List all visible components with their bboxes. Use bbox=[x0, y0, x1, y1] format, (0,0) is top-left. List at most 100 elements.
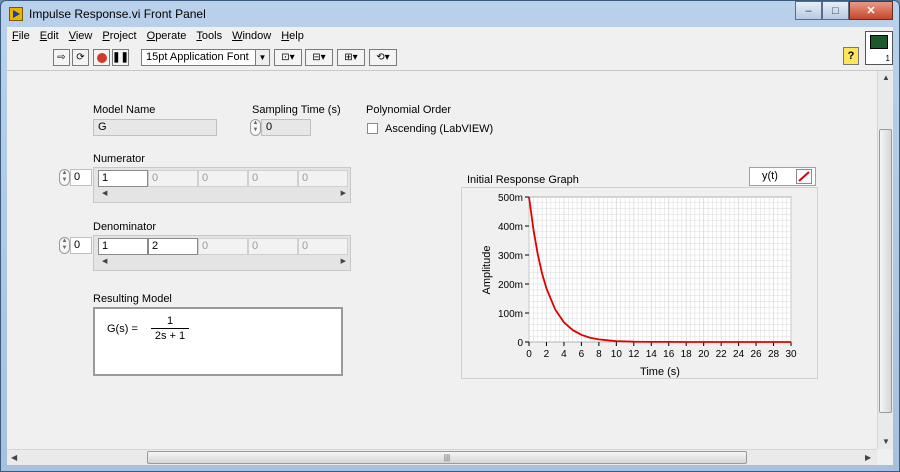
denominator-element[interactable]: 0 bbox=[298, 238, 348, 255]
toolbar: ⇨ ⟳ ❚❚ 15pt Application Font ▼ ⊡▾ ⊟▾ ⊞▾ ⟲… bbox=[7, 45, 893, 71]
denominator-array: 1 2 0 0 0 ◀ ▶ bbox=[93, 235, 351, 271]
denominator-element[interactable]: 1 bbox=[98, 238, 148, 255]
legend-line-swatch[interactable] bbox=[796, 169, 812, 184]
scroll-down-icon[interactable]: ▼ bbox=[882, 437, 890, 446]
graph-title: Initial Response Graph bbox=[467, 174, 579, 186]
vi-connector-icon[interactable]: 1 bbox=[865, 31, 893, 65]
menu-tools[interactable]: Tools bbox=[191, 30, 227, 42]
y-tick-label: 300m bbox=[498, 251, 523, 262]
x-tick-label: 4 bbox=[561, 349, 567, 360]
resize-objects-icon[interactable]: ⊞▾ bbox=[337, 49, 365, 66]
run-continuously-icon[interactable]: ⟳ bbox=[72, 49, 89, 66]
x-tick-label: 22 bbox=[716, 349, 728, 360]
y-tick-label: 100m bbox=[498, 309, 523, 320]
resulting-model-display: G(s) = 1 2s + 1 bbox=[93, 307, 343, 376]
numerator-element[interactable]: 0 bbox=[248, 170, 298, 187]
x-tick-label: 14 bbox=[646, 349, 658, 360]
front-panel: Model Name G Sampling Time (s) ▲ ▼ 0 Poly… bbox=[7, 71, 877, 449]
scroll-right-icon[interactable]: ▶ bbox=[865, 453, 871, 462]
numerator-index[interactable]: 0 bbox=[70, 169, 92, 186]
vertical-scroll-thumb[interactable] bbox=[879, 129, 892, 413]
denominator-label: Denominator bbox=[93, 221, 156, 233]
distribute-objects-icon[interactable]: ⊟▾ bbox=[305, 49, 333, 66]
y-tick-label: 400m bbox=[498, 222, 523, 233]
resulting-model-label: Resulting Model bbox=[93, 293, 172, 305]
numerator-label: Numerator bbox=[93, 153, 145, 165]
x-tick-label: 12 bbox=[628, 349, 640, 360]
menu-file[interactable]: File bbox=[7, 30, 35, 42]
run-arrow-icon[interactable]: ⇨ bbox=[53, 49, 70, 66]
x-tick-label: 24 bbox=[733, 349, 745, 360]
close-button[interactable]: ✕ bbox=[849, 1, 893, 20]
sampling-time-label: Sampling Time (s) bbox=[252, 104, 341, 116]
numerator-index-stepper[interactable]: ▲ ▼ bbox=[59, 169, 70, 186]
x-tick-label: 10 bbox=[611, 349, 623, 360]
menu-edit[interactable]: Edit bbox=[35, 30, 64, 42]
menu-window[interactable]: Window bbox=[227, 30, 276, 42]
labview-front-panel-window: Impulse Response.vi Front Panel – □ ✕ Fi… bbox=[0, 0, 900, 472]
font-select[interactable]: 15pt Application Font ▼ bbox=[141, 49, 270, 66]
legend-series-label: y(t) bbox=[762, 170, 778, 182]
menu-bar: File Edit View Project Operate Tools Win… bbox=[7, 27, 893, 45]
x-tick-label: 30 bbox=[785, 349, 797, 360]
chevron-down-icon: ▼ bbox=[255, 50, 269, 65]
numerator-array: 1 0 0 0 0 ◀ ▶ bbox=[93, 167, 351, 203]
plot-legend[interactable]: y(t) bbox=[749, 167, 816, 186]
denominator-element[interactable]: 0 bbox=[248, 238, 298, 255]
model-denominator: 2s + 1 bbox=[154, 330, 186, 342]
numerator-element[interactable]: 0 bbox=[298, 170, 348, 187]
model-lhs: G(s) = bbox=[107, 323, 138, 335]
labview-vi-icon bbox=[9, 7, 23, 21]
y-tick-label: 200m bbox=[498, 280, 523, 291]
abort-execution-icon[interactable] bbox=[93, 49, 110, 66]
numerator-element[interactable]: 0 bbox=[148, 170, 198, 187]
model-name-label: Model Name bbox=[93, 104, 156, 116]
denominator-element[interactable]: 0 bbox=[198, 238, 248, 255]
x-tick-label: 6 bbox=[579, 349, 585, 360]
menu-help[interactable]: Help bbox=[276, 30, 309, 42]
x-tick-label: 16 bbox=[663, 349, 675, 360]
ascending-label: Ascending (LabVIEW) bbox=[385, 123, 494, 135]
fraction-bar bbox=[151, 328, 189, 329]
y-axis-label: Amplitude bbox=[481, 246, 493, 295]
numerator-element[interactable]: 0 bbox=[198, 170, 248, 187]
reorder-icon[interactable]: ⟲▾ bbox=[369, 49, 397, 66]
initial-response-graph[interactable]: 0 100m 200m 300m 400m 500m 0 2 4 6 8 10 12 14 16 18 20 2… bbox=[461, 187, 818, 379]
x-tick-label: 8 bbox=[596, 349, 602, 360]
sampling-time-field[interactable]: 0 bbox=[261, 119, 311, 136]
chart-svg: 0 100m 200m 300m 400m 500m 0 2 4 6 8 10 12 14 16 18 20 2… bbox=[481, 193, 797, 378]
denominator-index[interactable]: 0 bbox=[70, 237, 92, 254]
maximize-button[interactable]: □ bbox=[822, 1, 849, 20]
scroll-corner bbox=[877, 449, 893, 465]
numerator-scrollbar[interactable]: ◀ ▶ bbox=[96, 189, 348, 201]
sampling-time-stepper[interactable]: ▲ ▼ bbox=[250, 119, 261, 136]
x-tick-label: 26 bbox=[751, 349, 763, 360]
numerator-element[interactable]: 1 bbox=[98, 170, 148, 187]
menu-project[interactable]: Project bbox=[97, 30, 141, 42]
title-bar[interactable]: Impulse Response.vi Front Panel – □ ✕ bbox=[1, 1, 899, 27]
ascending-checkbox[interactable] bbox=[367, 123, 378, 134]
minimize-button[interactable]: – bbox=[795, 1, 822, 20]
model-numerator: 1 bbox=[166, 315, 174, 327]
model-name-field[interactable]: G bbox=[93, 119, 217, 136]
horizontal-scroll-thumb[interactable]: ||| bbox=[147, 451, 747, 464]
context-help-button[interactable]: ? bbox=[843, 47, 859, 65]
align-objects-icon[interactable]: ⊡▾ bbox=[274, 49, 302, 66]
horizontal-scrollbar[interactable]: ◀ ||| ▶ bbox=[7, 449, 877, 465]
y-tick-label: 500m bbox=[498, 193, 523, 204]
y-tick-label: 0 bbox=[517, 338, 523, 349]
polynomial-order-label: Polynomial Order bbox=[366, 104, 451, 116]
vertical-scrollbar[interactable]: ▲ ▼ bbox=[877, 71, 893, 449]
denominator-index-stepper[interactable]: ▲ ▼ bbox=[59, 237, 70, 254]
x-tick-label: 28 bbox=[768, 349, 780, 360]
scroll-up-icon[interactable]: ▲ bbox=[882, 73, 890, 82]
x-axis-label: Time (s) bbox=[640, 366, 680, 378]
denominator-element[interactable]: 2 bbox=[148, 238, 198, 255]
x-tick-label: 18 bbox=[681, 349, 693, 360]
menu-view[interactable]: View bbox=[64, 30, 98, 42]
menu-operate[interactable]: Operate bbox=[142, 30, 192, 42]
vi-icon-number: 1 bbox=[885, 54, 890, 63]
pause-icon[interactable]: ❚❚ bbox=[112, 49, 129, 66]
scroll-left-icon[interactable]: ◀ bbox=[11, 453, 17, 462]
denominator-scrollbar[interactable]: ◀ ▶ bbox=[96, 257, 348, 269]
